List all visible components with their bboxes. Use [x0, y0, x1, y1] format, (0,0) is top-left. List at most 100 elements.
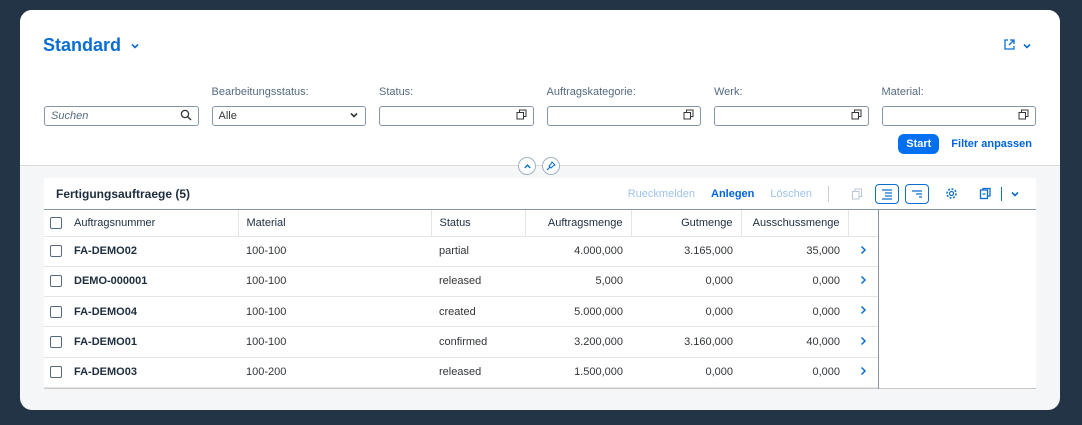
chevron-up-icon: [523, 163, 531, 168]
row-checkbox[interactable]: [50, 336, 62, 349]
variant-title: Standard: [43, 35, 122, 55]
table-header-row: Auftragsnummer Material Status Auftragsm…: [44, 210, 878, 237]
app-frame: Standard Suchen Bearbeitungsstatus: Alle…: [20, 10, 1060, 410]
settings-button[interactable]: [939, 184, 963, 204]
rueckmelden-button[interactable]: Rueckmelden: [628, 188, 695, 200]
table-row[interactable]: FA-DEMO03 100-200 released 1.500,000 0,0…: [44, 357, 878, 388]
variant-selector[interactable]: Standard: [43, 35, 141, 56]
order-number: FA-DEMO03: [66, 357, 238, 388]
filter-label: Auftragskategorie:: [546, 86, 636, 98]
export-menu-button[interactable]: [1006, 184, 1024, 204]
good-quantity: 0,000: [631, 266, 741, 298]
share-button[interactable]: [1003, 38, 1032, 56]
row-navigation[interactable]: [848, 326, 878, 358]
loeschen-button[interactable]: Löschen: [770, 188, 812, 200]
good-quantity: 0,000: [631, 296, 741, 328]
table-toolbar: Fertigungsauftraege (5) Rueckmelden Anle…: [44, 178, 1036, 210]
good-quantity: 0,000: [631, 357, 741, 388]
search-input[interactable]: Suchen: [44, 106, 199, 126]
column-header[interactable]: Auftragsmenge: [525, 210, 632, 237]
export-button[interactable]: [973, 184, 997, 204]
order-number: FA-DEMO02: [66, 236, 238, 267]
adapt-filters-button[interactable]: Filter anpassen: [951, 138, 1032, 150]
export-divider: [1001, 186, 1002, 201]
scrap-quantity: 0,000: [741, 357, 848, 388]
table-row[interactable]: FA-DEMO04 100-100 created 5.000,000 0,00…: [44, 296, 878, 328]
filter-buttons: Start Filter anpassen: [898, 134, 1032, 154]
filter-status: Status:: [379, 86, 534, 126]
row-checkbox[interactable]: [50, 245, 62, 258]
scrap-quantity: 0,000: [741, 266, 848, 298]
chevron-right-icon: [860, 275, 867, 284]
bearbeitungsstatus-select[interactable]: Alle: [211, 106, 366, 126]
order-number: FA-DEMO01: [66, 326, 238, 358]
table-row[interactable]: FA-DEMO01 100-100 confirmed 3.200,000 3.…: [44, 326, 878, 358]
chevron-right-icon: [860, 336, 867, 345]
scrap-quantity: 0,000: [741, 296, 848, 328]
column-header[interactable]: Ausschussmenge: [741, 210, 849, 237]
material: 100-100: [238, 296, 431, 328]
order-number: FA-DEMO04: [66, 296, 238, 328]
row-navigation[interactable]: [848, 236, 878, 267]
orders-table-card: Fertigungsauftraege (5) Rueckmelden Anle…: [44, 178, 1036, 389]
filter-bar: Suchen Bearbeitungsstatus: Alle Status:: [44, 86, 1036, 126]
good-quantity: 3.165,000: [631, 236, 741, 267]
scrap-quantity: 35,000: [741, 236, 848, 267]
filter-material: Material:: [881, 86, 1036, 126]
copy-button[interactable]: [845, 184, 869, 204]
table-row[interactable]: DEMO-000001 100-100 released 5,000 0,000…: [44, 266, 878, 298]
expand-rows-icon: [882, 188, 892, 200]
status: released: [431, 266, 525, 298]
row-navigation[interactable]: [848, 357, 878, 388]
filter-auftragskategorie: Auftragskategorie:: [546, 86, 701, 126]
werk-input[interactable]: [714, 106, 869, 126]
table-title: Fertigungsauftraege (5): [56, 186, 191, 201]
order-quantity: 5,000: [525, 266, 631, 298]
row-checkbox[interactable]: [50, 275, 62, 288]
column-header[interactable]: Gutmenge: [631, 210, 742, 237]
filter-label: Material:: [881, 86, 924, 98]
status: partial: [431, 236, 525, 267]
status-input[interactable]: [379, 106, 534, 126]
filter-label: Status:: [379, 86, 414, 98]
column-header[interactable]: Material: [238, 210, 432, 237]
expand-all-button[interactable]: [875, 183, 899, 204]
row-navigation[interactable]: [848, 296, 878, 328]
value-help-icon[interactable]: [1018, 109, 1029, 123]
export-icon: [979, 187, 991, 200]
auftragskategorie-input[interactable]: [546, 106, 701, 126]
value-help-icon[interactable]: [851, 109, 862, 123]
filter-header: Standard Suchen Bearbeitungsstatus: Alle…: [20, 10, 1060, 166]
pin-header-button[interactable]: [542, 157, 560, 175]
start-button[interactable]: Start: [898, 134, 940, 154]
scrap-quantity: 40,000: [741, 326, 848, 358]
material-input[interactable]: [881, 106, 1036, 126]
chevron-down-icon: [1022, 38, 1032, 56]
order-quantity: 1.500,000: [525, 357, 631, 388]
value-help-icon[interactable]: [683, 109, 694, 123]
row-checkbox[interactable]: [50, 305, 62, 318]
chevron-down-icon: [129, 40, 141, 52]
header-toggle-group: [518, 157, 560, 175]
share-icon: [1003, 38, 1016, 56]
column-header[interactable]: Auftragsnummer: [66, 210, 239, 237]
order-quantity: 5.000,000: [525, 296, 631, 328]
search-icon[interactable]: [180, 109, 192, 124]
status: created: [431, 296, 525, 328]
collapse-all-button[interactable]: [905, 183, 929, 204]
value-help-icon[interactable]: [516, 109, 527, 123]
pin-icon: [546, 161, 556, 171]
orders-table: Auftragsnummer Material Status Auftragsm…: [44, 210, 878, 388]
select-all-checkbox[interactable]: [50, 216, 62, 229]
order-quantity: 3.200,000: [525, 326, 631, 358]
table-row[interactable]: FA-DEMO02 100-100 partial 4.000,000 3.16…: [44, 236, 878, 267]
row-navigation[interactable]: [848, 266, 878, 298]
column-header[interactable]: Status: [431, 210, 526, 237]
copy-icon: [852, 188, 862, 199]
chevron-down-icon: [1011, 191, 1019, 197]
anlegen-button[interactable]: Anlegen: [711, 188, 754, 200]
chevron-right-icon: [860, 306, 867, 315]
row-checkbox[interactable]: [50, 366, 62, 379]
collapse-header-button[interactable]: [518, 157, 536, 175]
good-quantity: 3.160,000: [631, 326, 741, 358]
